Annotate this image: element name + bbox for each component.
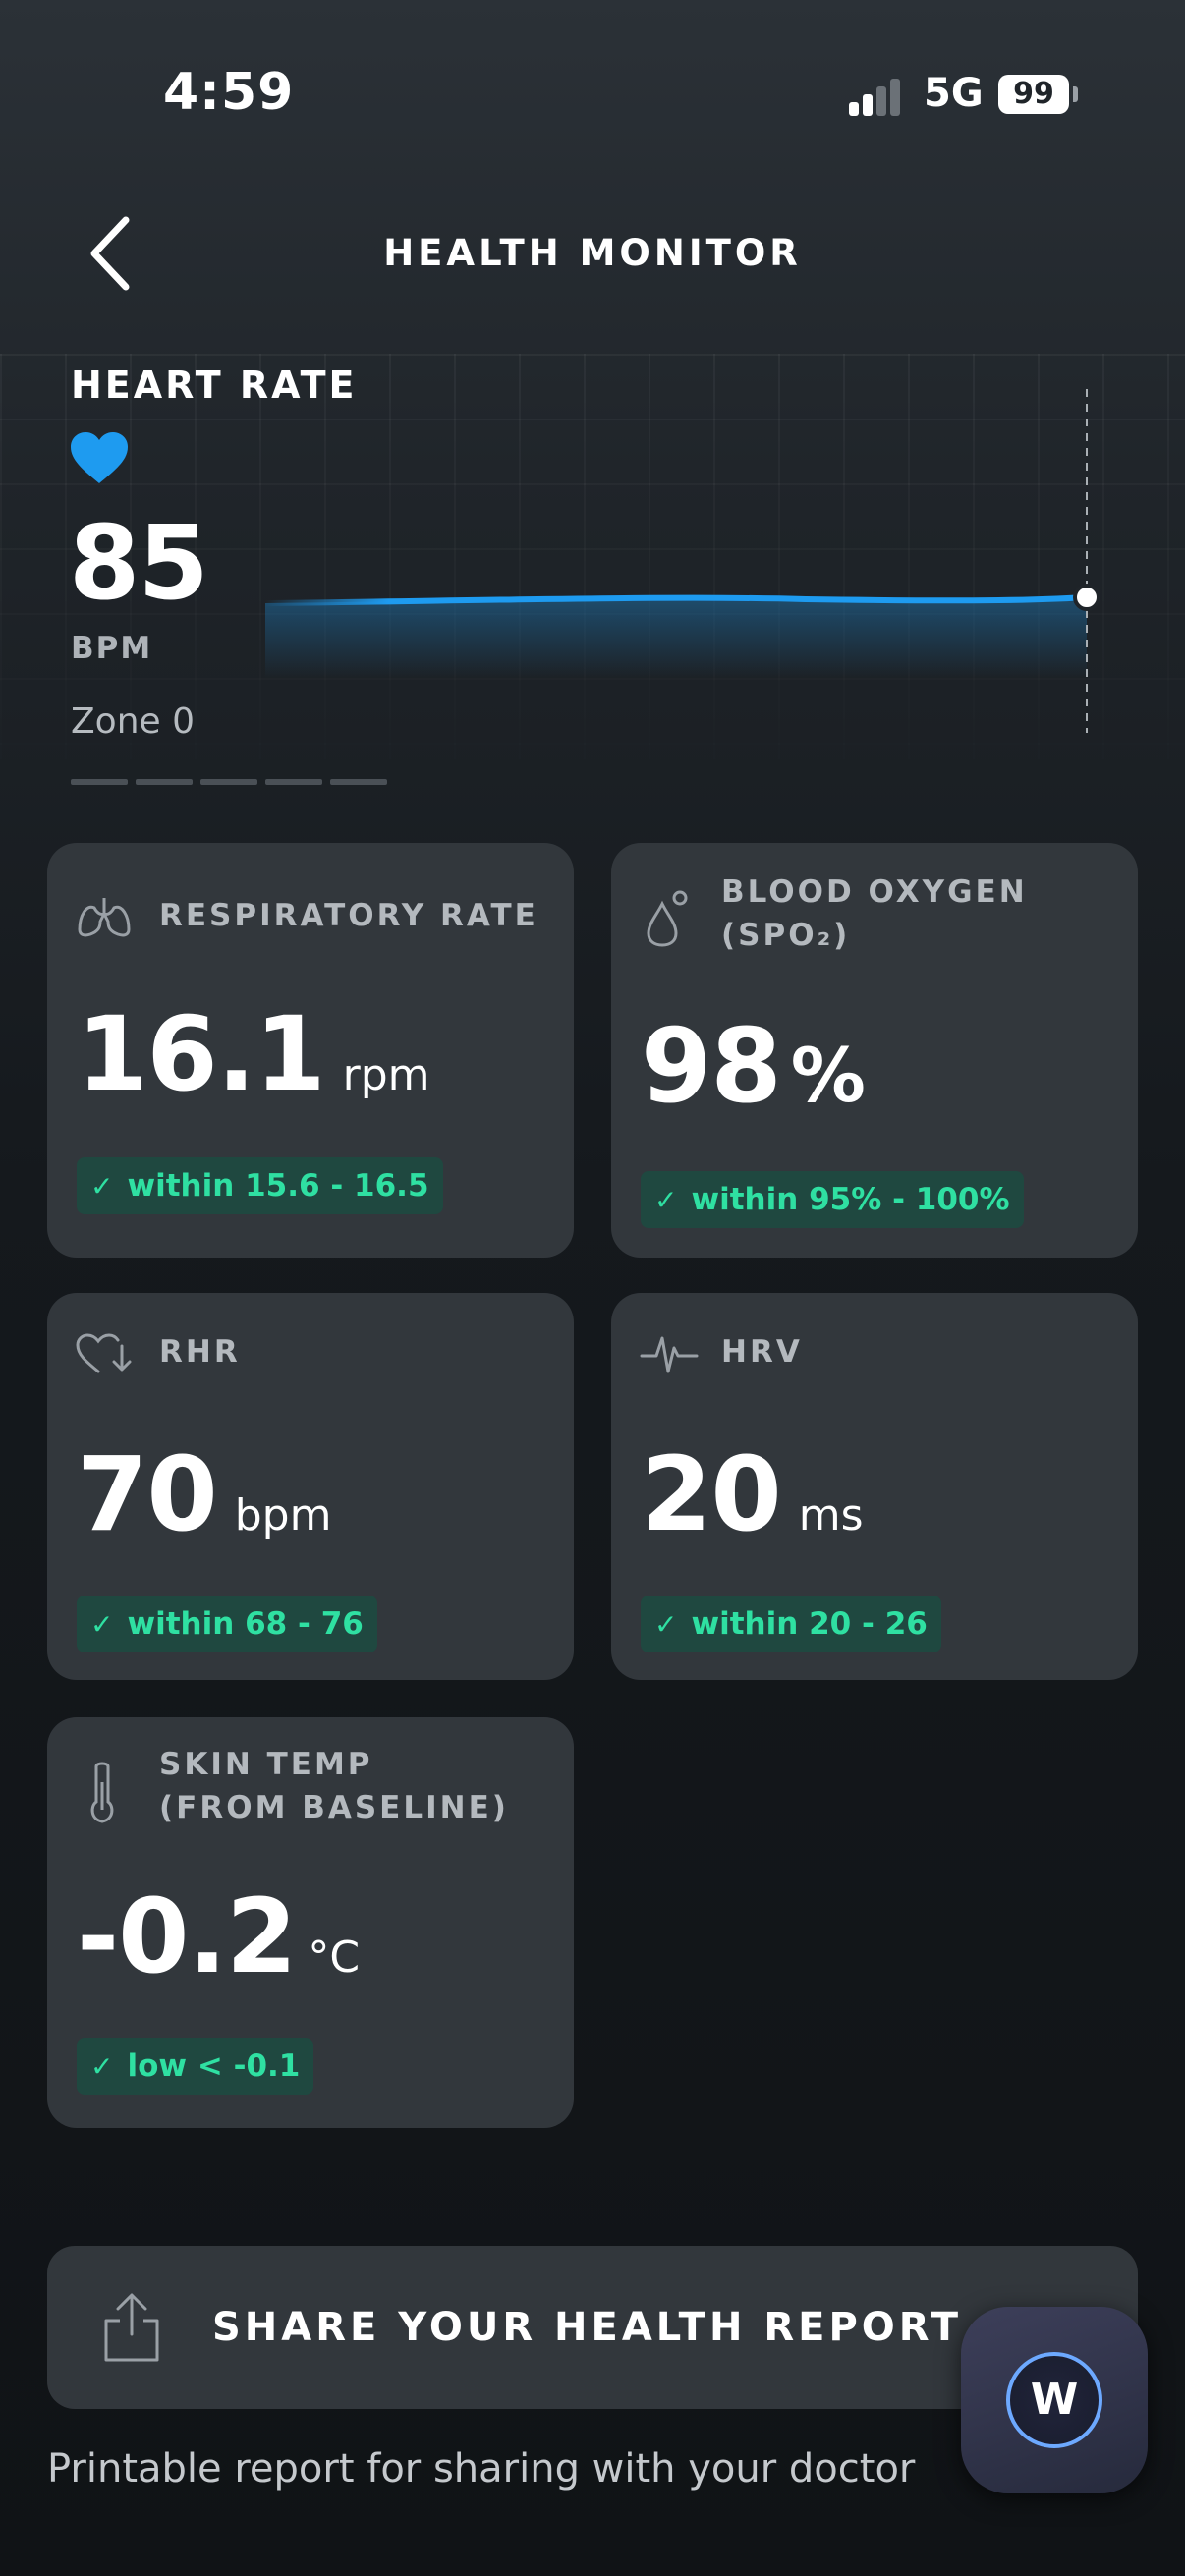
battery-icon: 99 <box>998 75 1069 114</box>
battery-level: 99 <box>1013 77 1054 111</box>
heart-rate-zone: Zone 0 <box>71 701 195 742</box>
value-unit: ms <box>798 1490 864 1540</box>
title-line-1: BLOOD OXYGEN <box>721 874 1028 910</box>
heart-icon <box>69 430 130 487</box>
check-icon: ✓ <box>90 2050 114 2083</box>
value-number: -0.2 <box>77 1876 297 1996</box>
check-icon: ✓ <box>654 1184 678 1216</box>
card-title: RHR <box>159 1334 241 1370</box>
card-title: HRV <box>721 1334 803 1370</box>
value-number: 20 <box>641 1434 782 1554</box>
card-title: RESPIRATORY RATE <box>159 898 538 933</box>
heart-rate-area <box>265 597 1087 678</box>
cellular-signal-icon <box>849 77 904 116</box>
title-line-2: (SPO₂) <box>721 918 851 953</box>
zone-indicator <box>71 770 395 789</box>
range-text: within 15.6 - 16.5 <box>127 1168 429 1204</box>
page-title: HEALTH MONITOR <box>383 232 802 274</box>
card-value: 70 bpm <box>77 1440 331 1570</box>
value-number: 70 <box>77 1434 218 1554</box>
range-badge: ✓ within 15.6 - 16.5 <box>77 1157 443 1214</box>
heart-rate-chart <box>262 389 1100 733</box>
range-badge: ✓ within 95% - 100% <box>641 1171 1024 1228</box>
card-value: 16.1 rpm <box>77 1000 430 1130</box>
check-icon: ✓ <box>90 1608 114 1641</box>
heart-rate-value: 85 <box>69 503 209 623</box>
network-type: 5G <box>924 71 984 116</box>
value-unit: % <box>790 1032 866 1119</box>
assistant-logo-icon: W <box>1006 2352 1102 2448</box>
card-value: 20 ms <box>641 1440 864 1570</box>
title-line-2: (FROM BASELINE) <box>159 1790 509 1825</box>
value-unit: bpm <box>234 1490 332 1540</box>
blood-oxygen-card[interactable]: BLOOD OXYGEN (SPO₂) 98% ✓ within 95% - 10… <box>611 843 1138 1258</box>
range-badge: ✓ within 68 - 76 <box>77 1596 377 1652</box>
check-icon: ✓ <box>90 1170 114 1203</box>
range-text: within 68 - 76 <box>127 1606 364 1642</box>
range-badge: ✓ low < -0.1 <box>77 2038 314 2095</box>
droplet-icon <box>647 890 688 947</box>
pulse-icon <box>640 1336 699 1373</box>
range-text: within 20 - 26 <box>691 1606 928 1642</box>
value-number: 16.1 <box>77 994 326 1114</box>
value-number: 98 <box>641 1006 782 1126</box>
value-unit: °C <box>308 1932 361 1983</box>
check-icon: ✓ <box>654 1608 678 1641</box>
hrv-card[interactable]: HRV 20 ms ✓ within 20 - 26 <box>611 1293 1138 1680</box>
battery-tip <box>1073 86 1078 102</box>
lungs-icon <box>78 898 131 937</box>
share-icon <box>96 2289 167 2366</box>
thermometer-icon <box>90 1762 114 1823</box>
range-text: low < -0.1 <box>127 2048 301 2084</box>
rhr-card[interactable]: RHR 70 bpm ✓ within 68 - 76 <box>47 1293 574 1680</box>
heart-down-icon <box>76 1333 132 1373</box>
share-report-subtitle: Printable report for sharing with your d… <box>47 2446 916 2492</box>
value-unit: rpm <box>342 1050 430 1100</box>
current-marker-dot <box>1073 584 1100 611</box>
card-value: 98% <box>641 1012 866 1130</box>
range-text: within 95% - 100% <box>691 1182 1010 1217</box>
respiratory-rate-card[interactable]: RESPIRATORY RATE 16.1 rpm ✓ within 15.6 - … <box>47 843 574 1258</box>
card-value: -0.2 °C <box>77 1882 360 2012</box>
card-title: BLOOD OXYGEN (SPO₂) <box>721 870 1028 957</box>
heart-rate-unit: BPM <box>71 631 153 666</box>
share-report-label: SHARE YOUR HEALTH REPORT <box>212 2305 963 2350</box>
status-time: 4:59 <box>163 63 295 122</box>
card-title: SKIN TEMP (FROM BASELINE) <box>159 1743 509 1829</box>
skin-temp-card[interactable]: SKIN TEMP (FROM BASELINE) -0.2 °C ✓ low < … <box>47 1717 574 2128</box>
range-badge: ✓ within 20 - 26 <box>641 1596 941 1652</box>
title-line-1: SKIN TEMP <box>159 1747 373 1782</box>
